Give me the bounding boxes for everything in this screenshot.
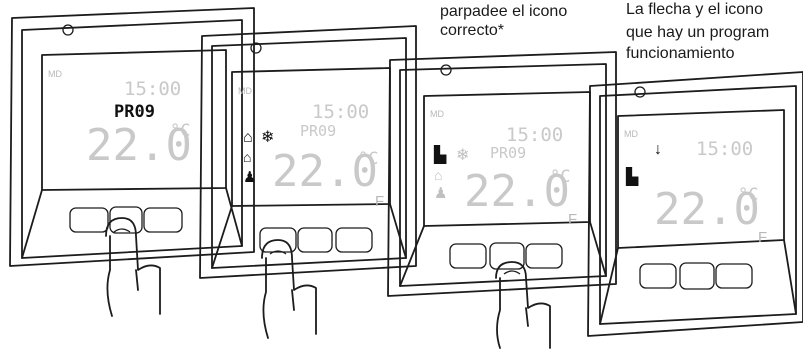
device-bevel — [599, 239, 797, 325]
button-right[interactable] — [143, 207, 183, 233]
fingernail-icon — [503, 270, 521, 275]
button-middle[interactable] — [679, 262, 715, 290]
lcd-unit: °C — [550, 167, 570, 187]
mode-label: F — [375, 193, 384, 210]
home-person-icon: ⌂ — [243, 149, 251, 165]
button-middle-pressed[interactable] — [489, 242, 525, 270]
caption-right-line2: que hay un program — [626, 24, 769, 41]
house-icon: ▙ — [433, 145, 447, 164]
led-indicator — [440, 64, 452, 76]
lcd-program: PR09 — [490, 144, 526, 162]
mode-label: F — [568, 211, 577, 228]
finger-press-icon — [261, 239, 317, 339]
button-left[interactable] — [639, 263, 677, 289]
md-label: MD — [430, 109, 444, 119]
thermostat-device-4: MD ↓ 15:00 ▙ 22.0 °C F — [587, 71, 803, 337]
button-right[interactable] — [715, 263, 753, 289]
fingernail-icon — [113, 228, 131, 233]
button-left[interactable] — [449, 243, 487, 269]
md-label: MD — [624, 129, 638, 139]
home-person-icon: ⌂ — [434, 167, 442, 183]
house-icon: ▙ — [625, 167, 639, 186]
lcd-unit: °C — [738, 185, 758, 205]
caption-right-line1: La flecha y el icono — [626, 1, 763, 18]
mode-label: F — [758, 229, 767, 246]
md-label: MD — [48, 69, 62, 79]
caption-right-line3: funcionamiento — [626, 45, 735, 62]
lcd-time: 15:00 — [506, 124, 563, 146]
lcd-unit: °C — [358, 149, 378, 169]
led-indicator — [634, 86, 646, 98]
finger-press-icon — [495, 261, 551, 349]
button-left[interactable] — [69, 207, 109, 233]
person-icon: ♟ — [434, 185, 447, 202]
thermostat-device-1: MD 15:00 PR09 22.0 °C — [9, 7, 255, 317]
md-label: MD — [238, 86, 252, 96]
button-right[interactable] — [525, 243, 563, 269]
thermostat-sequence-diagram: parpadee el icono correcto* La flecha y … — [9, 1, 803, 349]
lcd-program: PR09 — [114, 102, 155, 122]
person-icon: ♟ — [243, 169, 256, 186]
button-right-pressed[interactable] — [335, 227, 373, 253]
lcd-unit: °C — [170, 121, 190, 141]
button-middle[interactable] — [297, 227, 333, 253]
snowflake-icon: ❄ — [261, 129, 274, 146]
thermostat-device-3: MD 15:00 PR09 22.0 °C F ▙ ❄ ⌂ ♟ — [387, 51, 617, 349]
lcd-time: 15:00 — [312, 101, 369, 123]
lcd-time: 15:00 — [696, 138, 753, 160]
led-indicator — [62, 24, 74, 36]
lcd-time: 15:00 — [124, 78, 181, 100]
thermostat-device-2: MD 15:00 PR09 22.0 °C F ⌂ ❄ ⌂ ♟ — [199, 25, 417, 339]
device-bevel — [399, 221, 607, 287]
caption-left-line1: parpadee el icono — [440, 3, 567, 20]
arrow-down-icon: ↓ — [654, 141, 662, 158]
house-icon: ⌂ — [243, 129, 253, 146]
lcd-program: PR09 — [300, 122, 336, 140]
snowflake-icon: ❄ — [456, 147, 469, 164]
caption-left-line2: correcto* — [440, 22, 504, 39]
